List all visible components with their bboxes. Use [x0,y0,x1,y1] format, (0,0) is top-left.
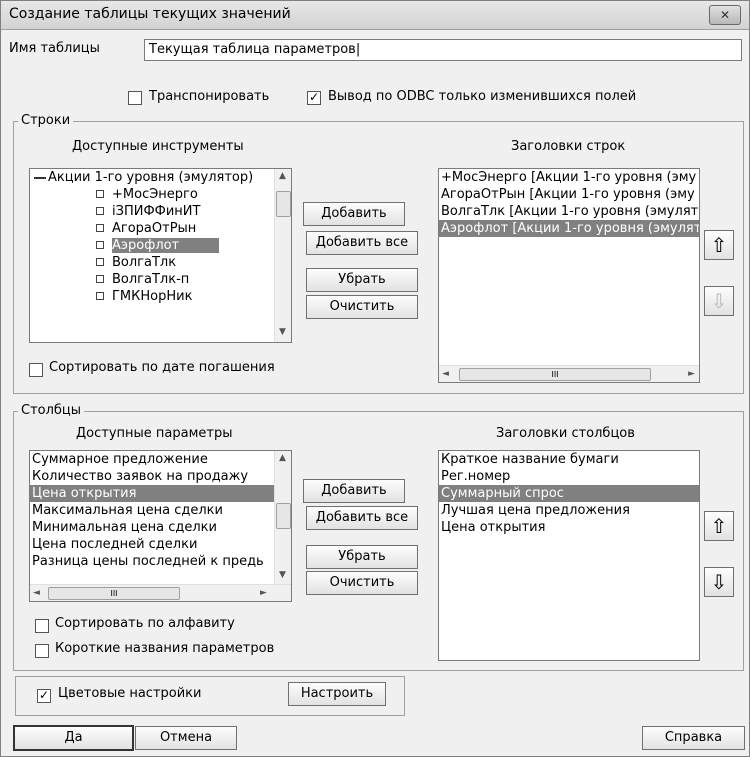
rows-available-item[interactable]: Аэрофлот [30,237,291,254]
rows-available-item[interactable]: ГМКНорНик [30,288,291,305]
columns-available-item[interactable]: Цена открытия [30,485,291,502]
down-arrow-icon: ⇩ [710,570,728,594]
rows-move-up-button[interactable]: ⇧ [704,230,734,260]
columns-group-label: Столбцы [18,403,85,418]
tree-collapse-icon[interactable] [34,176,46,179]
columns-available-vscroll[interactable]: ▲ ▼ [274,451,291,585]
scroll-up-icon[interactable]: ▲ [279,171,286,181]
columns-header-item[interactable]: Краткое название бумаги [439,451,699,468]
rows-headers-hscroll[interactable]: ◄ III ► [439,365,699,382]
short-names-label: Короткие названия параметров [55,641,275,656]
rows-available-item[interactable]: ВолгаТлк [30,254,291,271]
rows-header-item[interactable]: +МосЭнерго [Акции 1-го уровня (эму [439,169,699,186]
columns-headers-header: Заголовки столбцов [496,426,635,441]
rows-header-item[interactable]: ВолгаТлк [Акции 1-го уровня (эмулят [439,203,699,220]
rows-headers-list[interactable]: +МосЭнерго [Акции 1-го уровня (эму АгораО… [438,168,700,383]
color-settings-label: Цветовые настройки [58,686,202,701]
table-name-input[interactable]: Текущая таблица параметров| [144,39,742,61]
columns-move-down-button[interactable]: ⇩ [704,567,734,597]
columns-headers-list[interactable]: Краткое название бумаги Рег.номер Суммарны… [438,450,700,661]
rows-available-list[interactable]: Акции 1-го уровня (эмулятор) +МосЭнерго i… [29,168,292,343]
dialog-window: Создание таблицы текущих значений ✕ Имя … [0,0,750,757]
odbc-label: Вывод по ODBC только изменившихся полей [328,89,637,104]
columns-available-item[interactable]: Суммарное предложение [30,451,291,468]
down-arrow-icon: ⇩ [710,289,728,313]
sort-alpha-label: Сортировать по алфавиту [55,616,235,631]
short-names-checkbox[interactable] [35,644,49,658]
rows-available-item[interactable]: iЗПИФФинИТ [30,203,291,220]
rows-clear-button[interactable]: Очистить [306,295,418,319]
color-settings-checkbox[interactable]: ✓ [37,689,51,703]
scroll-up-icon[interactable]: ▲ [279,453,286,463]
tree-root-item[interactable]: Акции 1-го уровня (эмулятор) [30,169,291,186]
rows-available-item[interactable]: АгораОтРын [30,220,291,237]
rows-group-label: Строки [18,113,74,128]
scroll-down-icon[interactable]: ▼ [279,570,286,580]
tree-bullet-icon [96,190,104,198]
transpose-checkbox[interactable] [128,91,142,105]
scroll-right-icon[interactable]: ► [260,588,267,598]
odbc-checkbox[interactable]: ✓ [307,91,321,105]
configure-button[interactable]: Настроить [288,682,386,706]
title-bar[interactable]: Создание таблицы текущих значений ✕ [1,1,749,30]
close-button[interactable]: ✕ [709,5,741,25]
tree-bullet-icon [96,241,104,249]
columns-available-item[interactable]: Количество заявок на продажу [30,468,291,485]
rows-headers-header: Заголовки строк [511,139,626,154]
scroll-left-icon[interactable]: ◄ [33,588,40,598]
scroll-thumb[interactable] [276,191,291,217]
up-arrow-icon: ⇧ [710,233,728,257]
scroll-thumb[interactable] [276,503,291,529]
rows-header-item[interactable]: АгораОтРын [Акции 1-го уровня (эму [439,186,699,203]
columns-header-item[interactable]: Суммарный спрос [439,485,699,502]
columns-available-item[interactable]: Разница цены последней к предь [30,553,291,570]
tree-bullet-icon [96,224,104,232]
tree-bullet-icon [96,292,104,300]
columns-available-header: Доступные параметры [76,426,233,441]
scroll-left-icon[interactable]: ◄ [442,369,449,379]
columns-available-hscroll[interactable]: ◄ III ► [30,584,291,601]
scroll-thumb[interactable]: III [459,368,651,381]
rows-available-item[interactable]: +МосЭнерго [30,186,291,203]
transpose-label: Транспонировать [149,89,270,104]
columns-available-list[interactable]: Суммарное предложение Количество заявок н… [29,450,292,602]
columns-clear-button[interactable]: Очистить [306,571,418,595]
columns-move-up-button[interactable]: ⇧ [704,511,734,541]
cancel-button[interactable]: Отмена [135,726,237,750]
columns-header-item[interactable]: Цена открытия [439,519,699,536]
window-title: Создание таблицы текущих значений [9,6,291,22]
tree-bullet-icon [96,275,104,283]
scroll-down-icon[interactable]: ▼ [279,327,286,337]
tree-bullet-icon [96,258,104,266]
columns-available-item[interactable]: Минимальная цена сделки [30,519,291,536]
rows-move-down-button[interactable]: ⇩ [704,286,734,316]
ok-button[interactable]: Да [13,725,134,751]
rows-add-button[interactable]: Добавить [303,202,405,226]
sort-alpha-checkbox[interactable] [35,619,49,633]
columns-available-item[interactable]: Максимальная цена сделки [30,502,291,519]
columns-remove-button[interactable]: Убрать [306,545,418,569]
scroll-thumb[interactable]: III [48,587,180,600]
rows-available-vscroll[interactable]: ▲ ▼ [274,169,291,342]
columns-available-item[interactable]: Цена последней сделки [30,536,291,553]
rows-remove-button[interactable]: Убрать [306,268,418,292]
columns-header-item[interactable]: Лучшая цена предложения [439,502,699,519]
scroll-right-icon[interactable]: ► [688,369,695,379]
rows-header-item[interactable]: Аэрофлот [Акции 1-го уровня (эмулят [439,220,699,237]
rows-add-all-button[interactable]: Добавить все [306,231,418,255]
columns-add-button[interactable]: Добавить [303,479,405,503]
rows-available-item[interactable]: ВолгаТлк-п [30,271,291,288]
rows-sort-checkbox[interactable] [29,363,43,377]
columns-header-item[interactable]: Рег.номер [439,468,699,485]
columns-add-all-button[interactable]: Добавить все [306,506,418,530]
rows-available-header: Доступные инструменты [72,139,244,154]
rows-sort-label: Сортировать по дате погашения [49,360,275,375]
up-arrow-icon: ⇧ [710,514,728,538]
tree-bullet-icon [96,207,104,215]
table-name-label: Имя таблицы [9,41,100,56]
help-button[interactable]: Справка [642,726,745,750]
